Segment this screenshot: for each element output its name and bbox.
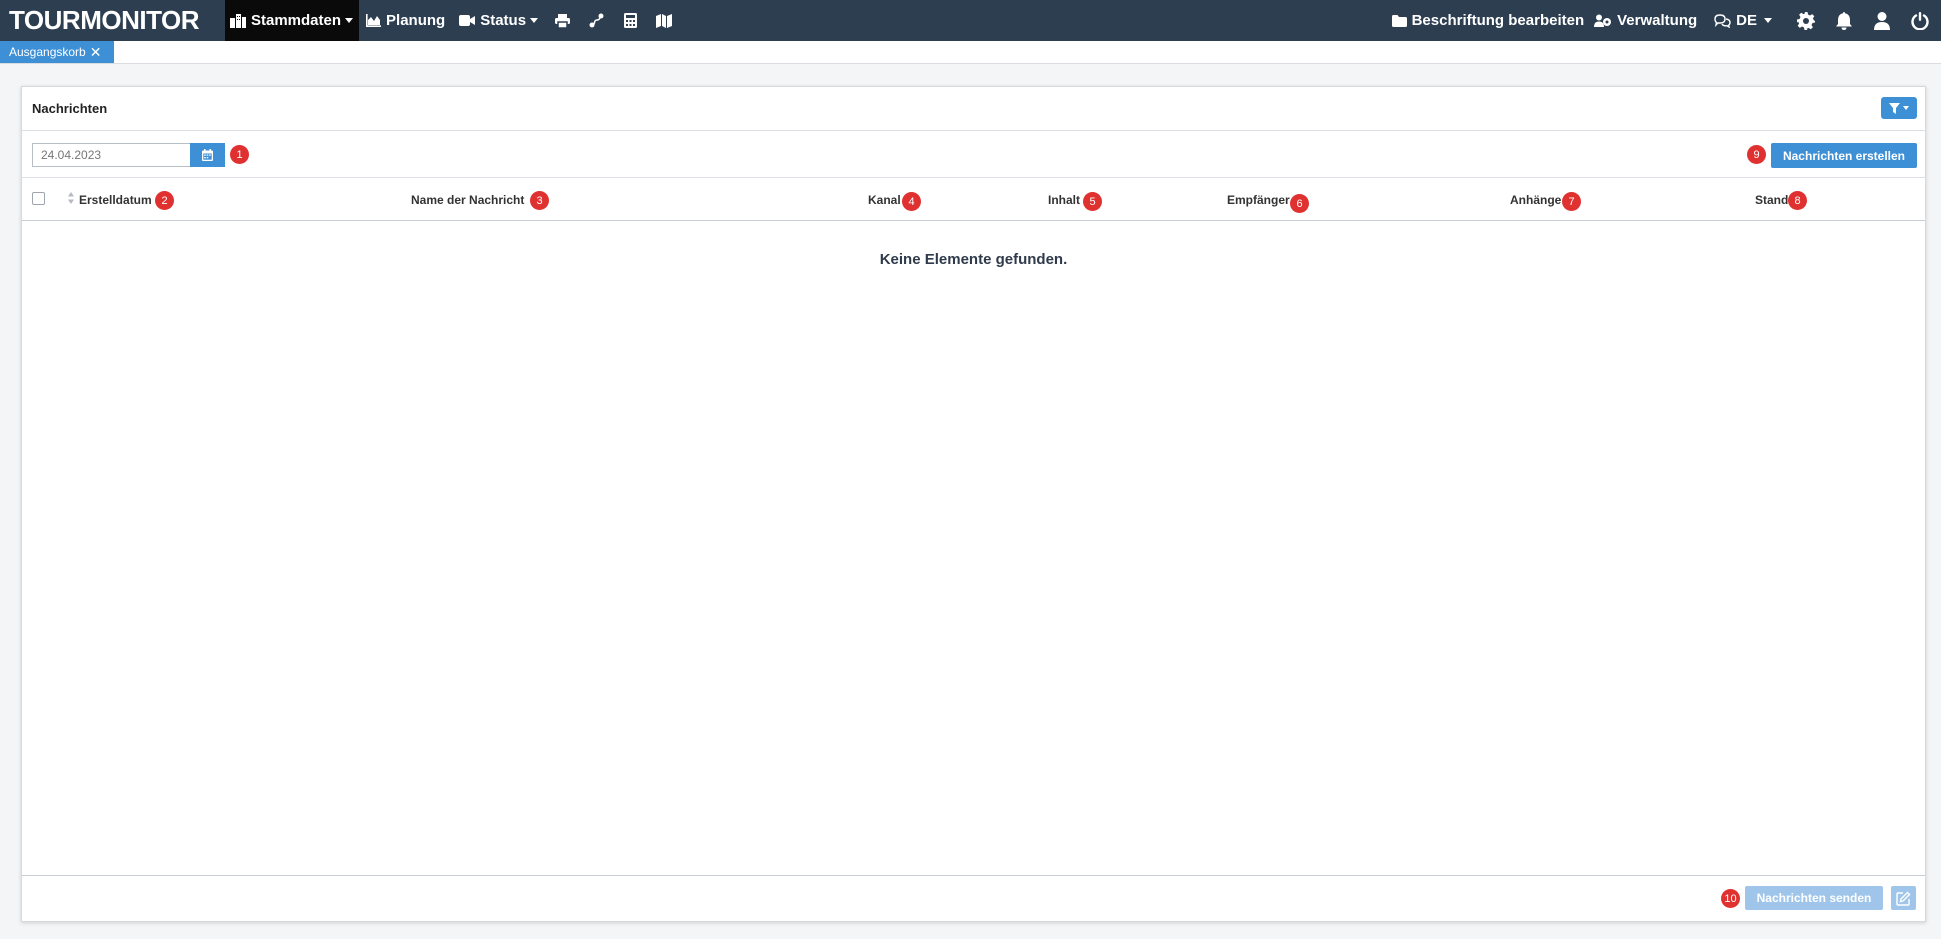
edit-icon	[1896, 891, 1911, 906]
annotation-badge: 8	[1788, 191, 1807, 210]
annotation-badge: 7	[1562, 192, 1581, 211]
edit-button[interactable]	[1891, 886, 1916, 910]
sort-icon[interactable]	[67, 191, 75, 205]
empty-state-message: Keine Elemente gefunden.	[879, 251, 1068, 268]
annotation-badge: 9	[1747, 145, 1766, 164]
print-icon	[554, 13, 570, 28]
nav-route[interactable]	[579, 0, 613, 41]
chevron-down-icon	[345, 18, 354, 23]
power-icon	[1911, 11, 1929, 30]
column-erstelldatum[interactable]: Erstelldatum	[79, 193, 152, 207]
column-name[interactable]: Name der Nachricht	[411, 193, 524, 207]
buildings-icon	[230, 13, 246, 28]
annotation-badge: 1	[230, 145, 249, 164]
filter-icon	[1889, 102, 1900, 114]
folder-icon	[1391, 14, 1407, 27]
table-header: Erstelldatum 2 Name der Nachricht 3 Kana…	[22, 179, 1925, 221]
close-icon[interactable]: ✕	[90, 44, 102, 61]
column-inhalt[interactable]: Inhalt	[1048, 193, 1080, 207]
send-messages-button[interactable]: Nachrichten senden	[1745, 886, 1883, 910]
column-kanal[interactable]: Kanal	[868, 193, 901, 207]
chevron-down-icon	[1903, 106, 1909, 110]
nav-print[interactable]	[545, 0, 579, 41]
annotation-badge: 3	[530, 191, 549, 210]
language-dropdown[interactable]: DE	[1702, 0, 1777, 41]
annotation-badge: 4	[902, 192, 921, 211]
map-icon	[656, 13, 673, 28]
filter-button[interactable]	[1881, 97, 1917, 119]
language-label: DE	[1736, 12, 1757, 29]
bell-icon	[1836, 11, 1852, 30]
calculator-icon	[623, 13, 637, 28]
date-input[interactable]	[32, 143, 190, 167]
logout-button[interactable]	[1901, 0, 1939, 41]
user-icon	[1874, 11, 1890, 30]
calendar-button[interactable]	[190, 143, 225, 167]
nav-calculator[interactable]	[613, 0, 647, 41]
tab-ausgangskorb-label: Ausgangskorb	[9, 45, 86, 59]
gear-icon	[1797, 11, 1815, 30]
tab-strip: Ausgangskorb ✕	[0, 41, 1941, 64]
select-all-checkbox[interactable]	[32, 192, 45, 205]
user-button[interactable]	[1863, 0, 1901, 41]
messages-panel: Nachrichten 1 9 Nachrichten erstellen Er…	[21, 86, 1926, 922]
panel-footer: 10 Nachrichten senden	[22, 875, 1925, 921]
nav-status-label: Status	[480, 12, 527, 29]
create-messages-button[interactable]: Nachrichten erstellen	[1771, 143, 1917, 168]
chart-area-icon	[366, 14, 382, 27]
panel-header: Nachrichten	[22, 87, 1925, 131]
nav-stammdaten-label: Stammdaten	[251, 12, 342, 29]
route-icon	[589, 13, 604, 28]
panel-title: Nachrichten	[32, 101, 108, 116]
notifications-button[interactable]	[1825, 0, 1863, 41]
column-empfaenger[interactable]: Empfänger	[1227, 193, 1290, 207]
calendar-icon	[202, 149, 213, 161]
annotation-badge: 2	[155, 191, 174, 210]
settings-button[interactable]	[1787, 0, 1825, 41]
comments-icon	[1714, 13, 1731, 28]
annotation-badge: 6	[1290, 194, 1309, 213]
chevron-down-icon	[1764, 18, 1772, 23]
panel-toolbar: 1 9 Nachrichten erstellen	[22, 132, 1925, 178]
top-navbar: TOURMONITOR Stammdaten Planung Status Be…	[0, 0, 1941, 41]
chevron-down-icon	[530, 18, 539, 23]
nav-beschriftung[interactable]: Beschriftung bearbeiten	[1387, 0, 1590, 41]
users-cog-icon	[1594, 14, 1612, 27]
column-anhaenge[interactable]: Anhänge	[1510, 193, 1561, 207]
nav-verwaltung-label: Verwaltung	[1617, 12, 1698, 29]
column-stand[interactable]: Stand	[1755, 193, 1788, 207]
annotation-badge: 5	[1083, 192, 1102, 211]
nav-planung-label: Planung	[386, 12, 446, 29]
nav-beschriftung-label: Beschriftung bearbeiten	[1411, 12, 1585, 29]
video-camera-icon	[459, 15, 476, 26]
nav-planung[interactable]: Planung	[359, 0, 452, 41]
nav-verwaltung[interactable]: Verwaltung	[1589, 0, 1702, 41]
brand-logo[interactable]: TOURMONITOR	[0, 0, 225, 41]
tab-ausgangskorb[interactable]: Ausgangskorb ✕	[0, 41, 114, 63]
nav-stammdaten[interactable]: Stammdaten	[225, 0, 360, 41]
nav-map[interactable]	[647, 0, 681, 41]
nav-status[interactable]: Status	[452, 0, 545, 41]
annotation-badge: 10	[1721, 889, 1740, 908]
